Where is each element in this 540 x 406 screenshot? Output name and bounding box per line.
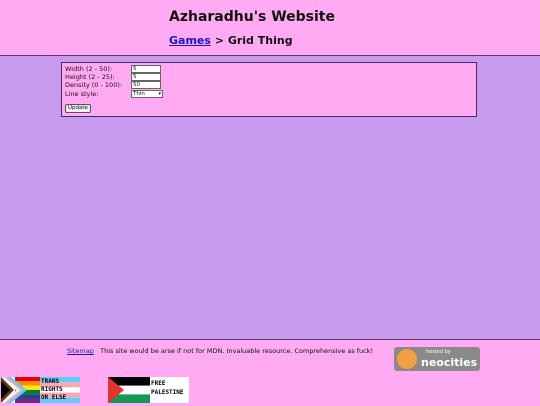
update-button[interactable]: Update bbox=[65, 104, 91, 113]
trans-flag-badge: TRANS RIGHTS OR ELSE bbox=[40, 377, 80, 403]
neocities-badge[interactable]: hosted by neocities bbox=[394, 347, 480, 371]
breadcrumb: Games > Grid Thing bbox=[169, 34, 293, 47]
grid-settings-form: Width (2 - 50): 5 Height (2 - 25): 5 Den… bbox=[61, 62, 477, 117]
breadcrumb-separator: > bbox=[214, 34, 224, 47]
pride-flag-icon bbox=[1, 377, 41, 403]
trans-badge-line-2: RIGHTS bbox=[41, 386, 63, 393]
line-style-label: Line style: bbox=[65, 90, 99, 98]
footer-text: Sitemap This site would be arse if not f… bbox=[67, 347, 373, 355]
free-palestine-badge: FREE PALESTINE bbox=[150, 377, 189, 403]
palestine-flag-icon bbox=[108, 377, 150, 403]
breadcrumb-current: Grid Thing bbox=[227, 34, 293, 47]
height-input[interactable]: 5 bbox=[131, 73, 161, 81]
palestine-flag-badge bbox=[108, 377, 150, 403]
sitemap-link[interactable]: Sitemap bbox=[67, 347, 94, 355]
chevron-down-icon: ▾ bbox=[158, 91, 161, 97]
neocities-cat-icon bbox=[397, 349, 417, 369]
trans-rights-badge bbox=[1, 377, 41, 403]
trans-badge-line-3: OR ELSE bbox=[41, 394, 67, 401]
site-title: Azharadhu's Website bbox=[169, 9, 335, 25]
palestine-badge-line-2: PALESTINE bbox=[151, 389, 184, 396]
neocities-wordmark: neocities bbox=[421, 356, 478, 369]
site-footer: Sitemap This site would be arse if not f… bbox=[0, 339, 540, 406]
neocities-hosted-by: hosted by bbox=[426, 349, 451, 355]
games-link[interactable]: Games bbox=[169, 34, 211, 47]
palestine-badge-line-1: FREE bbox=[151, 380, 166, 387]
site-header: Azharadhu's Website Games > Grid Thing bbox=[0, 0, 540, 56]
trans-badge-line-1: TRANS bbox=[41, 378, 60, 385]
line-style-select[interactable]: Thin ▾ bbox=[131, 90, 163, 98]
width-input[interactable]: 5 bbox=[131, 65, 161, 73]
footer-message: This site would be arse if not for MDN. … bbox=[100, 347, 374, 355]
density-label: Density (0 - 100): bbox=[65, 81, 123, 89]
density-input[interactable]: 50 bbox=[131, 81, 161, 89]
line-style-value: Thin bbox=[133, 91, 145, 97]
